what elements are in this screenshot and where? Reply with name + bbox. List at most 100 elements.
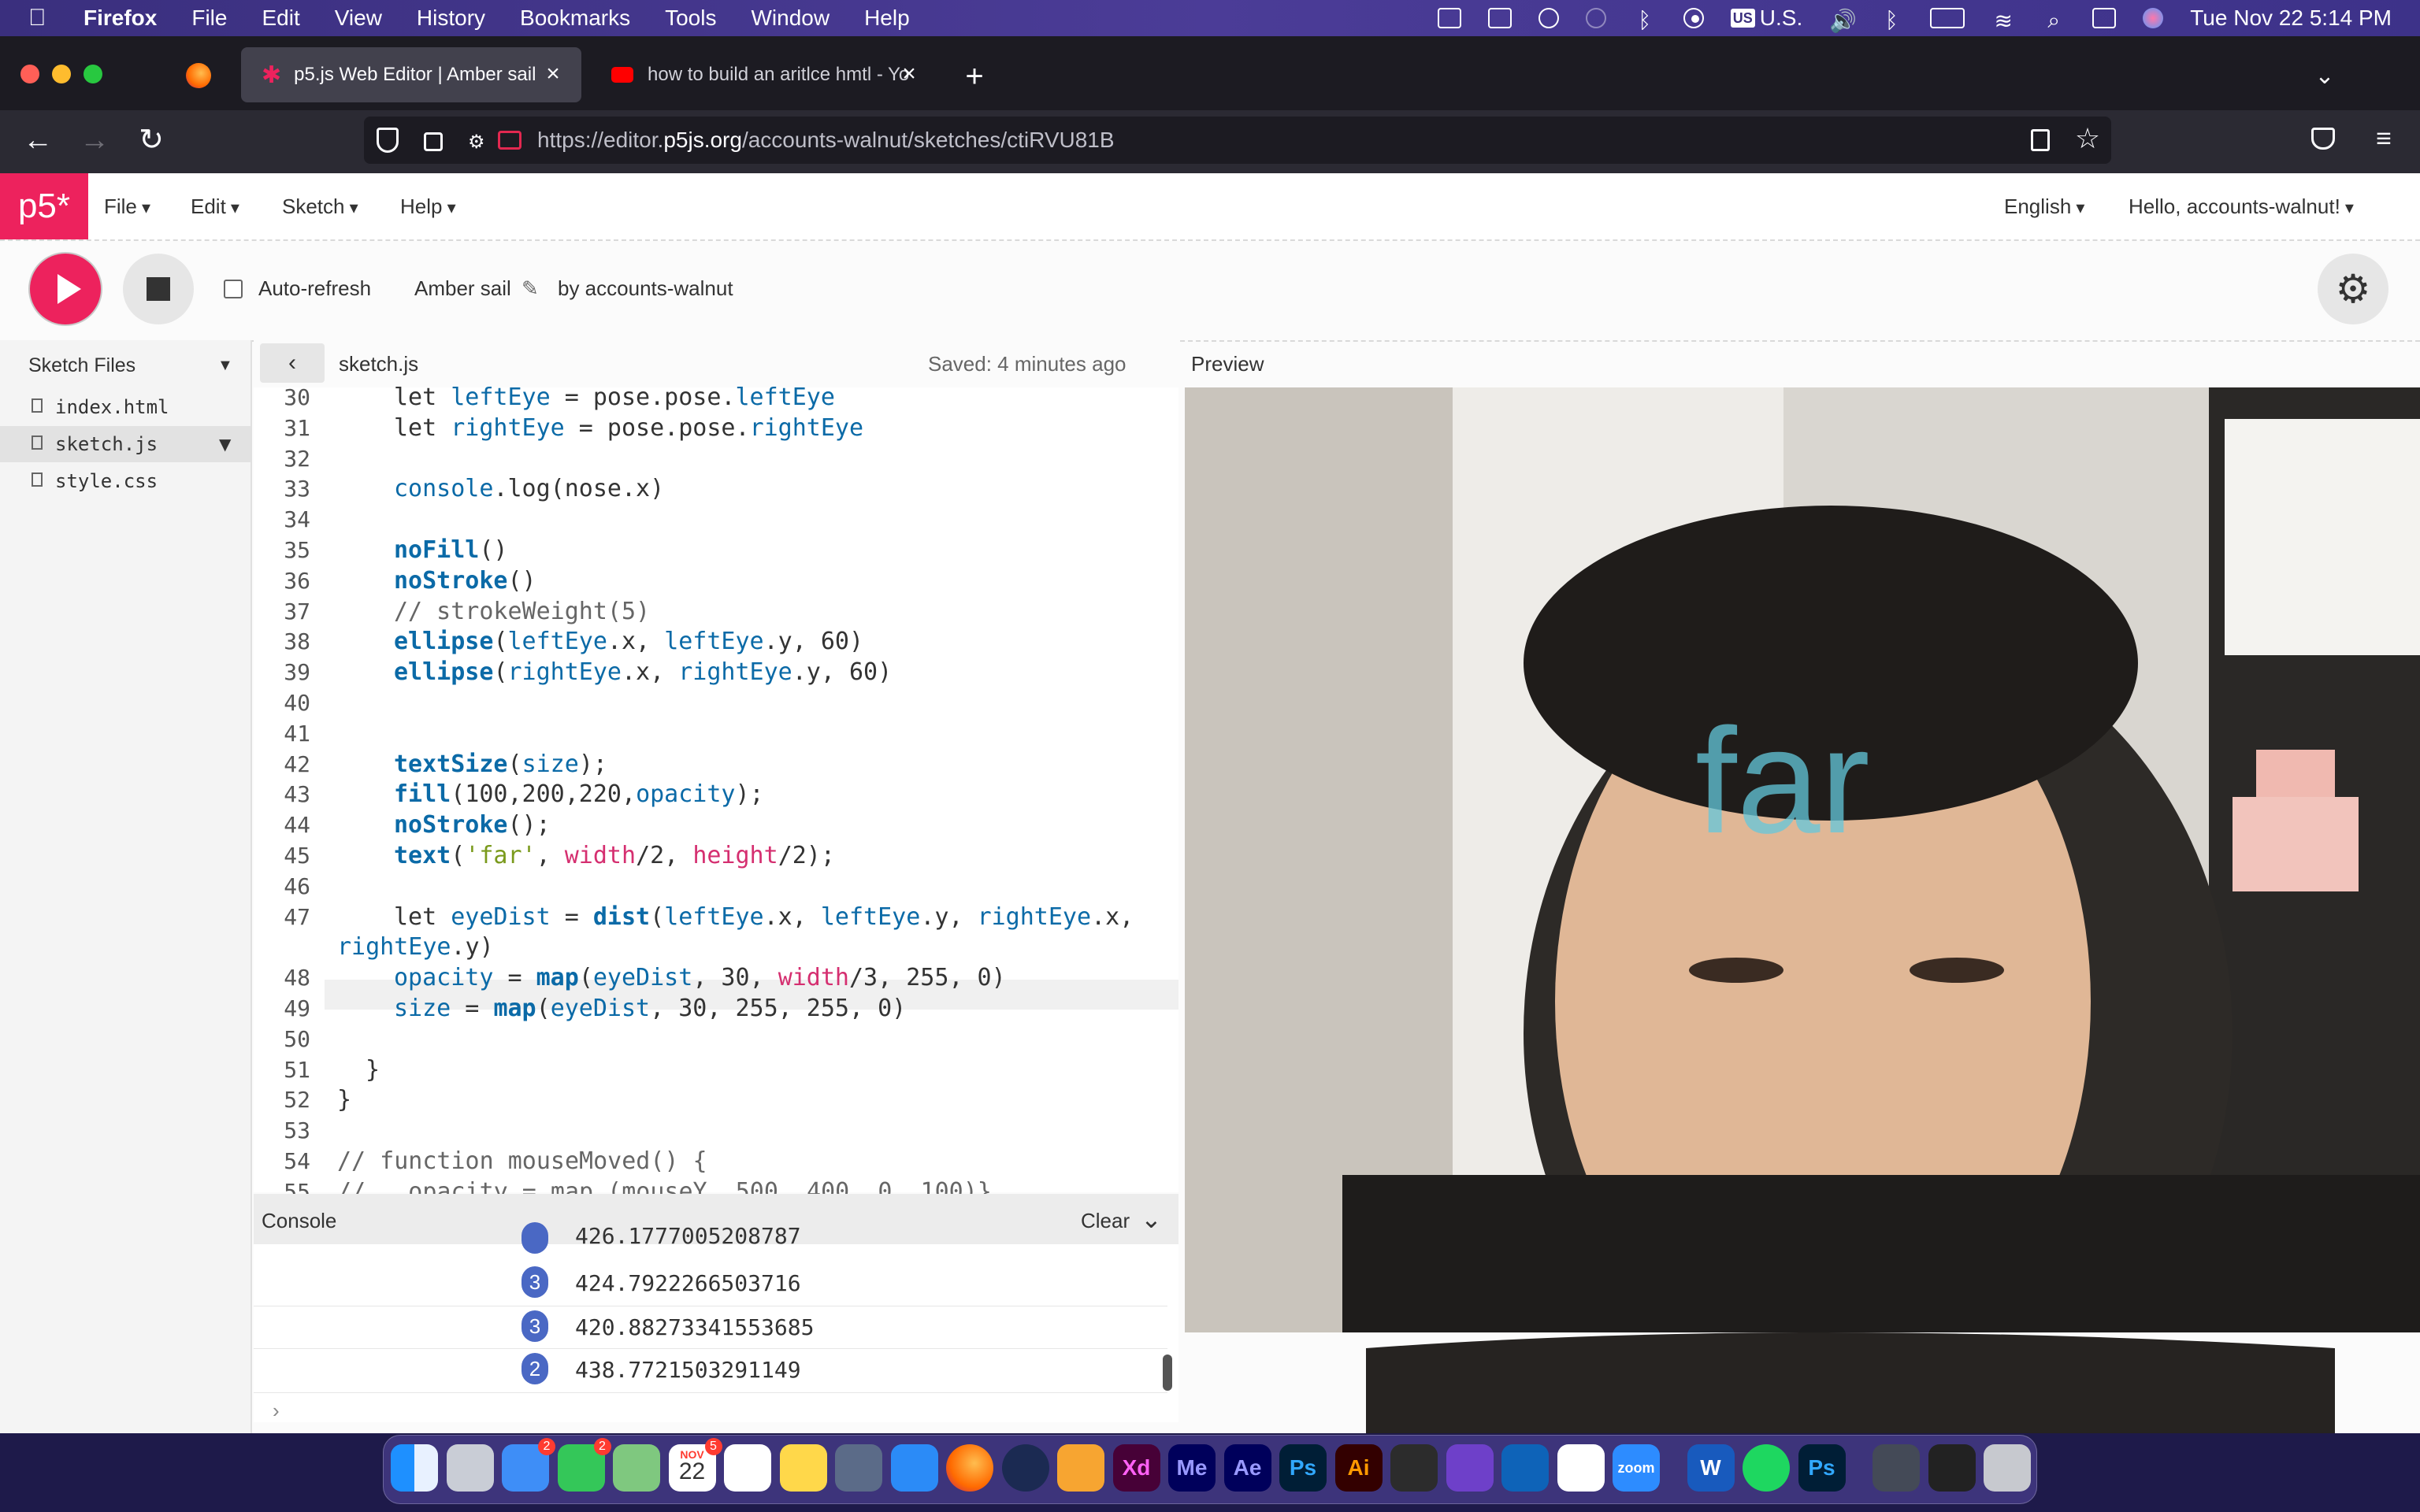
language-menu[interactable]: English: [2004, 173, 2084, 239]
console-scrollbar[interactable]: [1163, 1354, 1172, 1391]
p5-logo[interactable]: p5*: [0, 173, 88, 239]
p5-menu-file[interactable]: File: [104, 173, 150, 239]
word-icon[interactable]: W: [1687, 1444, 1735, 1492]
menu-file[interactable]: File: [191, 6, 227, 31]
sidebar-options-chevron-icon[interactable]: ▼: [217, 351, 233, 380]
bluetooth-icon[interactable]: ᛒ: [1880, 8, 1903, 32]
photoshop-2-icon[interactable]: Ps: [1798, 1444, 1846, 1492]
code-line[interactable]: size = map(eyeDist, 30, 255, 255, 0): [394, 994, 906, 1024]
code-line[interactable]: // function mouseMoved() {: [337, 1147, 707, 1177]
reminders-icon[interactable]: [724, 1444, 771, 1492]
close-tab-icon[interactable]: ×: [537, 58, 569, 90]
sketch-preview[interactable]: far: [1185, 387, 2420, 1433]
tab-p5-editor[interactable]: ✱ p5.js Web Editor | Amber sail ×: [241, 47, 581, 102]
edit-pencil-icon[interactable]: ✎: [521, 272, 539, 304]
tab-youtube[interactable]: how to build an aritlce hmtl - Yo ×: [591, 47, 937, 102]
list-all-tabs-chevron-icon[interactable]: ⌄: [2305, 57, 2344, 96]
battery-icon[interactable]: [1930, 8, 1965, 28]
play-button[interactable]: [30, 254, 101, 324]
menu-edit[interactable]: Edit: [262, 6, 299, 31]
console-prompt[interactable]: ›: [273, 1399, 280, 1423]
camera-icon[interactable]: [1437, 8, 1461, 28]
console-clear-button[interactable]: Clear: [1081, 1205, 1130, 1236]
control-center-icon[interactable]: [2092, 8, 2117, 28]
figma-icon[interactable]: [1390, 1444, 1438, 1492]
file-style-css[interactable]: style.css: [0, 463, 251, 499]
forward-arrow-icon[interactable]: →: [72, 117, 117, 164]
pages-icon[interactable]: [1057, 1444, 1104, 1492]
window-zoom-button[interactable]: [84, 65, 102, 83]
firefox-view-icon[interactable]: [186, 63, 211, 88]
window-close-button[interactable]: [20, 65, 39, 83]
settings-gear-icon[interactable]: ⚙: [2318, 254, 2388, 324]
mail-icon[interactable]: 2: [502, 1438, 555, 1492]
zoom-icon[interactable]: zoom: [1613, 1444, 1660, 1492]
menu-help[interactable]: Help: [864, 6, 910, 31]
media-encoder-icon[interactable]: Me: [1168, 1444, 1216, 1492]
p5-menu-edit[interactable]: Edit: [191, 173, 239, 239]
file-index-html[interactable]: index.html: [0, 389, 251, 425]
code-line[interactable]: rightEye.y): [337, 932, 494, 962]
illustrator-icon[interactable]: Ai: [1334, 1444, 1383, 1492]
pocket-icon[interactable]: [2311, 128, 2335, 150]
siri-icon[interactable]: [2143, 8, 2164, 28]
finder-icon[interactable]: [391, 1444, 438, 1492]
bluetooth-menu-icon[interactable]: ᛒ: [1633, 8, 1657, 32]
safari-icon[interactable]: [890, 1444, 938, 1492]
status-d-icon[interactable]: [1585, 8, 1606, 28]
code-line[interactable]: let eyeDist = dist(leftEye.x, leftEye.y,…: [394, 902, 1134, 932]
photoshop-icon[interactable]: Ps: [1279, 1444, 1327, 1492]
code-line[interactable]: opacity = map(eyeDist, 30, width/3, 255,…: [394, 963, 1006, 993]
launchpad-icon[interactable]: [446, 1444, 494, 1492]
creative-cloud-icon[interactable]: [1538, 8, 1559, 28]
code-line[interactable]: noStroke(): [394, 566, 536, 596]
menu-firefox[interactable]: Firefox: [84, 6, 157, 31]
close-tab-icon[interactable]: ×: [893, 58, 925, 90]
calendar-icon[interactable]: NOV 22 5: [668, 1438, 722, 1492]
back-arrow-icon[interactable]: ←: [16, 117, 60, 164]
quicktime-icon[interactable]: [835, 1444, 882, 1492]
slack-icon[interactable]: [1557, 1444, 1605, 1492]
file-sketch-js[interactable]: sketch.js ▼: [0, 426, 251, 462]
code-line[interactable]: noStroke();: [394, 810, 551, 840]
clock[interactable]: Tue Nov 22 5:14 PM: [2190, 6, 2392, 31]
terminal-icon[interactable]: [1928, 1444, 1976, 1492]
window-minimize-button[interactable]: [52, 65, 71, 83]
spotify-icon[interactable]: [1743, 1444, 1790, 1492]
xd-icon[interactable]: Xd: [1112, 1444, 1160, 1492]
spotlight-search-icon[interactable]: ⌕: [2042, 8, 2066, 32]
after-effects-icon[interactable]: Ae: [1223, 1444, 1271, 1492]
tracking-shield-icon[interactable]: [377, 128, 399, 153]
trash-icon[interactable]: [1984, 1444, 2031, 1492]
apple-menu-icon[interactable]: : [28, 5, 52, 32]
github-desktop-icon[interactable]: [1446, 1444, 1494, 1492]
maps-icon[interactable]: [613, 1444, 660, 1492]
code-line[interactable]: let leftEye = pose.pose.leftEye: [394, 383, 835, 413]
permissions-icon[interactable]: ⚙: [468, 131, 492, 153]
new-tab-plus-icon[interactable]: +: [955, 57, 994, 96]
file-options-chevron-icon[interactable]: ▼: [219, 426, 231, 462]
code-line[interactable]: let rightEye = pose.pose.rightEye: [394, 413, 863, 443]
menu-bookmarks[interactable]: Bookmarks: [520, 6, 630, 31]
url-text[interactable]: https://editor.p5js.org/accounts-walnut/…: [537, 117, 1115, 164]
wifi-icon[interactable]: ≋: [1991, 8, 2015, 33]
collapse-sidebar-chevron-icon[interactable]: ‹: [260, 343, 325, 383]
reload-icon[interactable]: ↻: [129, 117, 173, 164]
code-line[interactable]: textSize(size);: [394, 750, 607, 780]
notes-icon[interactable]: [779, 1444, 827, 1492]
input-source[interactable]: US U.S.: [1730, 6, 1802, 31]
code-line[interactable]: ellipse(leftEye.x, leftEye.y, 60): [394, 627, 863, 657]
reader-view-icon[interactable]: [2031, 129, 2050, 151]
finder-window-icon[interactable]: [1873, 1444, 1920, 1492]
p5-menu-help[interactable]: Help: [400, 173, 456, 239]
menu-history[interactable]: History: [417, 6, 485, 31]
dropbox-icon[interactable]: [1487, 8, 1512, 28]
sketch-name[interactable]: Amber sail: [414, 272, 511, 304]
code-line[interactable]: ellipse(rightEye.x, rightEye.y, 60): [394, 658, 892, 687]
code-line[interactable]: // strokeWeight(5): [394, 597, 650, 627]
play-icon[interactable]: [1683, 8, 1704, 28]
menu-window[interactable]: Window: [751, 6, 830, 31]
code-line[interactable]: fill(100,200,220,opacity);: [394, 780, 764, 810]
messages-icon[interactable]: 2: [557, 1438, 611, 1492]
app-menu-icon[interactable]: ≡: [2368, 123, 2400, 154]
